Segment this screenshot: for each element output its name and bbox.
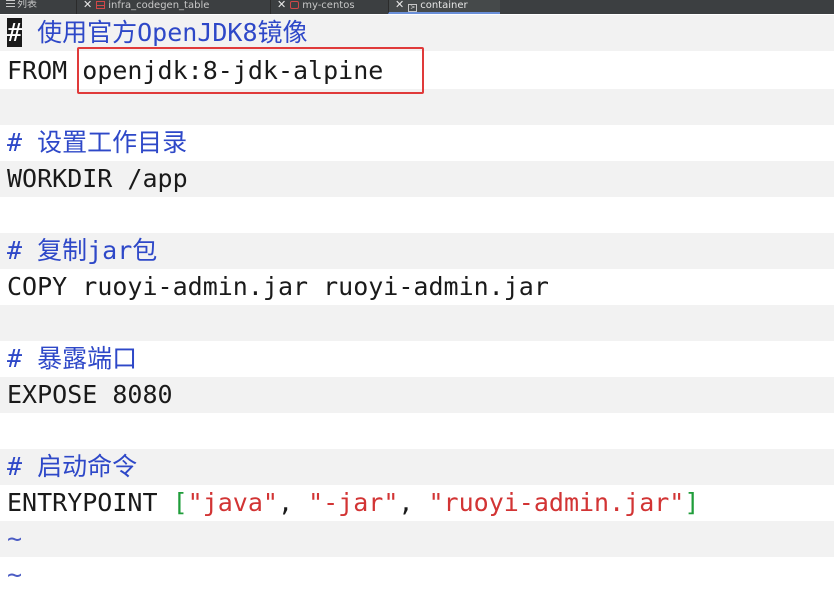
argument: ruoyi-admin.jar ruoyi-admin.jar <box>82 272 549 301</box>
tab-container[interactable]: ✕ > container <box>388 0 500 14</box>
comment-text: 使用官方OpenJDK8镜像 <box>22 18 308 47</box>
bracket-close: ] <box>684 488 700 517</box>
editor-line-3 <box>0 89 834 125</box>
comment-text: 启动命令 <box>22 452 138 481</box>
highlight-box <box>77 47 424 94</box>
keyword: ENTRYPOINT <box>7 488 158 517</box>
bracket-open: [ <box>172 488 188 517</box>
string-literal: "java" <box>187 488 278 517</box>
editor-line-13: # 启动命令 <box>0 449 834 485</box>
comment-hash: # <box>7 344 23 373</box>
tab-bar: 列表 ✕ infra_codegen_table ✕ my-centos ✕ > con… <box>0 0 834 14</box>
tab-my-centos[interactable]: ✕ my-centos <box>270 0 383 14</box>
tab-infra-codegen-table[interactable]: ✕ infra_codegen_table <box>76 0 262 14</box>
editor-line-16: ~ <box>0 557 834 593</box>
editor-line-1: # 使用官方OpenJDK8镜像 <box>0 15 834 51</box>
editor-line-8: COPY ruoyi-admin.jar ruoyi-admin.jar <box>0 269 834 305</box>
text-editor[interactable]: # 使用官方OpenJDK8镜像 FROM openjdk:8-jdk-alpi… <box>0 15 834 589</box>
editor-line-12 <box>0 413 834 449</box>
keyword: COPY <box>7 272 68 301</box>
tab-label: container <box>420 0 468 11</box>
separator: , <box>277 488 309 517</box>
empty-line-tilde: ~ <box>7 560 23 589</box>
editor-line-5: WORKDIR /app <box>0 161 834 197</box>
terminal-icon: > <box>408 4 418 12</box>
argument: /app <box>127 164 188 193</box>
keyword: FROM <box>7 56 68 85</box>
keyword: WORKDIR <box>7 164 113 193</box>
close-icon[interactable]: ✕ <box>83 0 92 11</box>
tab-label: my-centos <box>302 0 355 11</box>
tab-list[interactable]: 列表 <box>0 0 64 14</box>
editor-line-7: # 复制jar包 <box>0 233 834 269</box>
editor-line-9 <box>0 305 834 341</box>
close-icon[interactable]: ✕ <box>277 0 286 11</box>
comment-text: 暴露端口 <box>22 344 138 373</box>
table-icon <box>96 1 106 9</box>
editor-line-11: EXPOSE 8080 <box>0 377 834 413</box>
editor-line-14: ENTRYPOINT ["java", "-jar", "ruoyi-admin… <box>0 485 834 521</box>
argument: 8080 <box>112 380 173 409</box>
separator: , <box>398 488 429 517</box>
menu-icon <box>6 0 15 7</box>
string-literal: "ruoyi-admin.jar" <box>428 488 685 517</box>
comment-hash: # <box>7 128 23 157</box>
close-icon[interactable]: ✕ <box>395 0 404 11</box>
editor-line-4: # 设置工作目录 <box>0 125 834 161</box>
editor-line-15: ~ <box>0 521 834 557</box>
comment-hash: # <box>7 452 23 481</box>
tab-label: 列表 <box>17 0 37 10</box>
tab-label: infra_codegen_table <box>108 0 210 11</box>
string-literal: "-jar" <box>308 488 399 517</box>
editor-line-10: # 暴露端口 <box>0 341 834 377</box>
empty-line-tilde: ~ <box>7 524 23 553</box>
editor-line-6 <box>0 197 834 233</box>
comment-text: 复制jar包 <box>22 236 158 265</box>
cursor-char: # <box>7 18 23 47</box>
comment-hash: # <box>7 236 23 265</box>
database-icon <box>290 1 300 9</box>
keyword: EXPOSE <box>7 380 98 409</box>
comment-text: 设置工作目录 <box>22 128 188 157</box>
